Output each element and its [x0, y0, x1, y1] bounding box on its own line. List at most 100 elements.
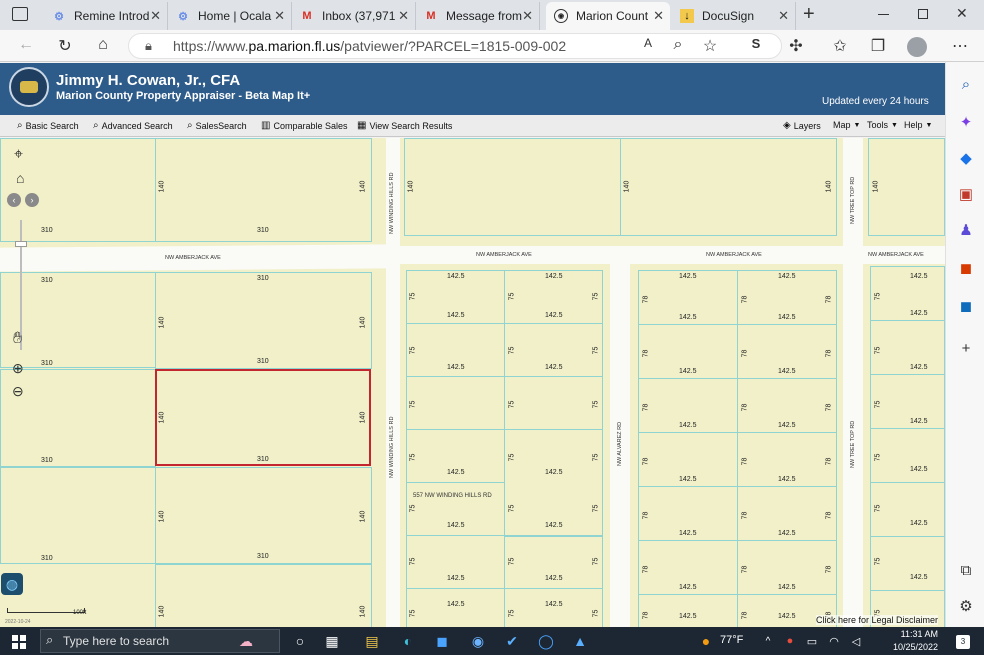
comparable-sales-button[interactable]: ▥ Comparable Sales: [261, 120, 348, 131]
parcel[interactable]: [504, 429, 603, 537]
parcel[interactable]: [868, 138, 945, 236]
favorites-icon[interactable]: ✩: [830, 36, 850, 56]
tab-inbox[interactable]: M Inbox (37,971 ✕: [292, 2, 416, 30]
back-icon[interactable]: ←: [16, 36, 36, 54]
volume-icon[interactable]: ◁: [846, 631, 866, 651]
close-icon[interactable]: ✕: [150, 8, 161, 24]
map-menu[interactable]: Map ▼: [833, 120, 863, 130]
basic-search-button[interactable]: ⌕ Basic Search: [17, 120, 79, 131]
favorite-icon[interactable]: ☆: [700, 36, 720, 56]
tools-menu[interactable]: Tools ▼: [867, 120, 901, 130]
help-menu[interactable]: Help ▼: [904, 120, 935, 130]
close-window-icon[interactable]: ✕: [956, 5, 968, 22]
advanced-search-button[interactable]: ⌕ Advanced Search: [93, 120, 173, 131]
tab-marion-county[interactable]: ◉ Marion Count ✕: [546, 2, 670, 30]
outlook-icon[interactable]: ◼: [432, 631, 452, 651]
tray-chevron-icon[interactable]: ^: [758, 631, 778, 651]
selected-parcel-outline[interactable]: [155, 369, 371, 466]
outlook-icon[interactable]: ◼: [956, 296, 976, 316]
settings-icon[interactable]: ⚙: [956, 596, 976, 616]
discover-icon[interactable]: ✦: [956, 112, 976, 132]
tray-app-icon[interactable]: ●: [780, 631, 800, 651]
task-view-icon[interactable]: ○: [290, 631, 310, 651]
legal-disclaimer-link[interactable]: Click here for Legal Disclaimer: [816, 615, 939, 625]
minimize-icon[interactable]: [878, 14, 889, 15]
dim-label: 140: [359, 605, 367, 618]
network-icon[interactable]: ▭: [802, 631, 822, 651]
edge-browser-icon[interactable]: ◐: [398, 631, 418, 651]
zoom-slider-thumb[interactable]: [15, 241, 27, 247]
view-results-button[interactable]: ▦ View Search Results: [357, 120, 452, 131]
wifi-icon[interactable]: ◠: [824, 631, 844, 651]
weather-temp[interactable]: 77°F: [720, 634, 743, 646]
close-icon[interactable]: ✕: [398, 8, 409, 24]
refresh-icon[interactable]: ↻: [55, 36, 75, 56]
zoom-in-icon[interactable]: ⊕: [12, 360, 24, 377]
weather-icon[interactable]: ●: [696, 631, 716, 651]
home-icon[interactable]: ⌂: [93, 36, 113, 54]
news-widget-icon[interactable]: ☁: [228, 631, 264, 651]
office-icon[interactable]: ◼: [956, 258, 976, 278]
sales-search-button[interactable]: ⌕ SalesSearch: [187, 120, 247, 131]
calculator-icon[interactable]: ▦: [322, 631, 342, 651]
parcel[interactable]: [0, 138, 156, 242]
dim-label: 142.5: [679, 314, 697, 321]
parcel[interactable]: [638, 594, 738, 627]
globe-icon[interactable]: ◍: [1, 573, 23, 595]
shopping-icon[interactable]: ◆: [956, 148, 976, 168]
parcel[interactable]: [155, 467, 372, 564]
s-extension-icon[interactable]: S: [746, 36, 766, 51]
parcel[interactable]: [0, 272, 156, 368]
read-aloud-icon[interactable]: A: [638, 36, 658, 50]
tab-actions-icon[interactable]: [12, 7, 28, 21]
dim-label: 142.5: [778, 422, 796, 429]
close-icon[interactable]: ✕: [522, 8, 533, 24]
new-tab-icon[interactable]: +: [803, 3, 815, 26]
search-icon[interactable]: ⌕: [956, 74, 976, 94]
pan-left-button[interactable]: ‹: [7, 193, 21, 207]
dim-label: 75: [874, 453, 882, 462]
parcel[interactable]: [155, 564, 372, 627]
parcel[interactable]: [504, 376, 603, 430]
dim-label: 78: [825, 565, 833, 574]
close-icon[interactable]: ✕: [653, 8, 664, 24]
clock-time[interactable]: 11:31 AM: [878, 629, 938, 639]
notification-badge[interactable]: 3: [956, 635, 970, 649]
windows-start-icon[interactable]: [12, 635, 26, 649]
tools-icon[interactable]: ▣: [956, 184, 976, 204]
snip-icon[interactable]: ◉: [468, 631, 488, 651]
avatar[interactable]: [907, 37, 927, 57]
app-icon[interactable]: ▲: [570, 631, 590, 651]
games-icon[interactable]: ♟: [956, 220, 976, 240]
zoom-icon[interactable]: ⌕: [668, 36, 688, 54]
collections-icon[interactable]: ❐: [868, 36, 888, 56]
clock-date[interactable]: 10/25/2022: [878, 642, 938, 652]
add-icon[interactable]: +: [956, 338, 976, 358]
tab-docusign[interactable]: ↓ DocuSign ✕: [672, 2, 796, 30]
site-title: Jimmy H. Cowan, Jr., CFA: [56, 72, 241, 89]
parcel[interactable]: [620, 138, 837, 236]
pan-hand-icon[interactable]: ✋︎: [13, 330, 22, 348]
home-extent-icon[interactable]: ⌂: [16, 170, 24, 186]
locate-crosshair-icon[interactable]: ⌖: [14, 146, 23, 164]
restore-icon[interactable]: [918, 9, 928, 19]
close-icon[interactable]: ✕: [274, 8, 285, 24]
parcel[interactable]: [155, 272, 372, 369]
more-icon[interactable]: ⋯: [950, 36, 970, 56]
layers-menu[interactable]: ◈ Layers: [783, 120, 821, 131]
split-screen-icon[interactable]: ⧉: [956, 560, 976, 580]
cortana-icon[interactable]: ◯: [536, 631, 556, 651]
file-explorer-icon[interactable]: ▤: [362, 631, 382, 651]
parcel-map[interactable]: NW AMBERJACK AVE NW AMBERJACK AVE NW AMB…: [0, 138, 945, 627]
parcel[interactable]: [0, 467, 156, 564]
extensions-icon[interactable]: ✣: [786, 36, 806, 56]
close-icon[interactable]: ✕: [778, 8, 789, 24]
tab-remine[interactable]: ⚙ Remine Introd ✕: [44, 2, 168, 30]
tab-message[interactable]: M Message from ✕: [416, 2, 540, 30]
tab-home-ocala[interactable]: ⚙ Home | Ocala ✕: [168, 2, 292, 30]
parcel[interactable]: [406, 376, 505, 430]
zoom-out-icon[interactable]: ⊖: [12, 383, 24, 400]
parcel[interactable]: [404, 138, 621, 236]
todo-icon[interactable]: ✔: [502, 631, 522, 651]
pan-right-button[interactable]: ›: [25, 193, 39, 207]
